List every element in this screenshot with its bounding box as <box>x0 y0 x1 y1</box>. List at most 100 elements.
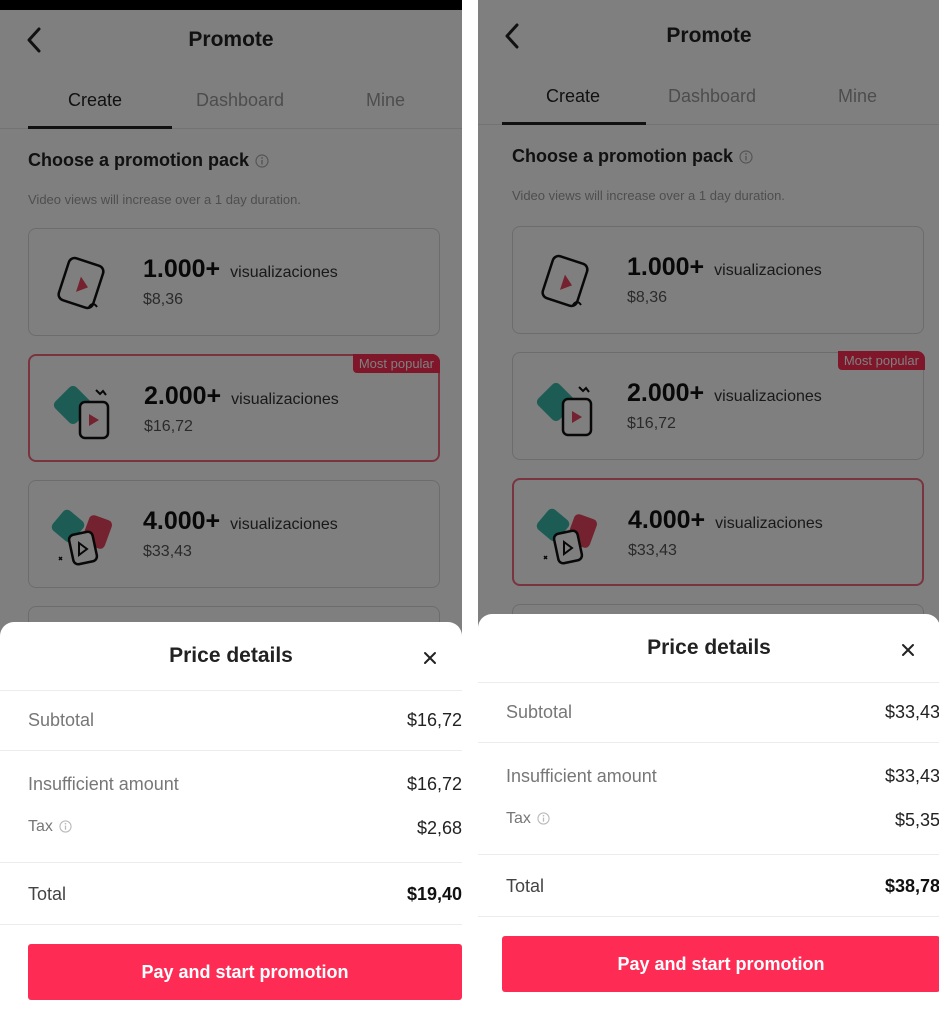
tax-label: Tax <box>506 810 550 828</box>
price-details-sheet: Price details Subtotal $16,72 Insufficie… <box>0 622 462 1010</box>
pack-count-value: 1.000+ <box>143 255 221 283</box>
section-title-text: Choose a promotion pack <box>28 150 250 170</box>
three-cards-icon <box>51 509 112 566</box>
pack-unit: visualizaciones <box>230 264 338 281</box>
pack-price: $33,43 <box>628 542 677 559</box>
section-title-text: Choose a promotion pack <box>512 146 734 166</box>
most-popular-badge: Most popular <box>352 354 440 373</box>
sheet-title: Price details <box>647 636 771 659</box>
section-title: Choose a promotion pack <box>28 150 269 171</box>
total-label: Total <box>506 876 545 896</box>
screen-gap <box>462 0 478 1010</box>
tab-dashboard[interactable]: Dashboard <box>196 90 284 111</box>
pack-count-value: 4.000+ <box>143 507 221 535</box>
insufficient-row: Insufficient amount $16,72 <box>0 770 462 800</box>
close-button[interactable] <box>894 636 922 664</box>
pack-option-4000[interactable]: 4.000+ visualizaciones $33,43 <box>28 480 440 588</box>
insufficient-row: Insufficient amount $33,43 <box>478 762 939 792</box>
info-icon <box>739 150 753 164</box>
close-icon <box>902 644 914 656</box>
section-subtitle: Video views will increase over a 1 day d… <box>28 192 301 207</box>
three-cards-icon <box>536 508 597 565</box>
tax-row: Tax $5,35 <box>478 806 939 836</box>
divider <box>478 916 939 917</box>
total-value: $19,40 <box>406 884 462 904</box>
tax-value: $2,68 <box>416 818 462 838</box>
tax-label-text: Tax <box>506 810 531 827</box>
pack-option-1000[interactable]: 1.000+ visualizaciones $8,36 <box>28 228 440 336</box>
tab-mine[interactable]: Mine <box>838 86 877 107</box>
divider <box>0 750 462 751</box>
subtotal-value: $16,72 <box>406 710 462 730</box>
pack-count-value: 1.000+ <box>627 253 705 281</box>
screen-right: Promote Create Dashboard Mine Choose a p… <box>478 0 939 1010</box>
tab-create[interactable]: Create <box>546 86 600 107</box>
pack-unit: visualizaciones <box>714 388 822 405</box>
pack-count-value: 2.000+ <box>627 379 705 407</box>
pack-count: 4.000+ visualizaciones <box>628 506 823 535</box>
divider <box>0 862 462 863</box>
subtotal-row: Subtotal $33,43 <box>478 698 939 728</box>
promote-page: Promote Create Dashboard Mine Choose a p… <box>478 0 939 644</box>
pack-count: 1.000+ visualizaciones <box>143 255 338 284</box>
insufficient-label: Insufficient amount <box>506 766 657 786</box>
two-cards-icon <box>53 385 110 440</box>
tax-row: Tax $2,68 <box>0 814 462 844</box>
divider <box>478 854 939 855</box>
subtotal-label: Subtotal <box>28 710 95 730</box>
tab-underline <box>28 126 172 129</box>
page-title: Promote <box>666 24 752 47</box>
pack-unit: visualizaciones <box>230 516 338 533</box>
pack-price: $8,36 <box>627 289 668 306</box>
total-label: Total <box>28 884 67 904</box>
total-row: Total $38,78 <box>478 872 939 902</box>
pack-count: 2.000+ visualizaciones <box>627 379 822 408</box>
insufficient-value: $33,43 <box>884 766 939 786</box>
total-row: Total $19,40 <box>0 880 462 910</box>
page-title: Promote <box>188 28 274 51</box>
info-icon[interactable] <box>59 820 72 833</box>
divider <box>0 924 462 925</box>
tax-label: Tax <box>28 818 72 836</box>
tab-create[interactable]: Create <box>68 90 122 111</box>
pay-and-start-button[interactable]: Pay and start promotion <box>28 944 462 1000</box>
subtotal-row: Subtotal $16,72 <box>0 706 462 736</box>
section-subtitle: Video views will increase over a 1 day d… <box>512 188 785 203</box>
subtotal-label: Subtotal <box>506 702 573 722</box>
tab-bar: Create Dashboard Mine <box>478 70 939 125</box>
pack-count-value: 2.000+ <box>144 382 222 410</box>
pack-option-1000[interactable]: 1.000+ visualizaciones $8,36 <box>512 226 924 334</box>
pack-price: $33,43 <box>143 543 192 560</box>
most-popular-badge: Most popular <box>837 351 925 370</box>
price-details-sheet: Price details Subtotal $33,43 Insufficie… <box>478 614 939 1010</box>
divider <box>478 742 939 743</box>
screen-left: Promote Create Dashboard Mine Choose a p… <box>0 0 462 1010</box>
sheet-title: Price details <box>169 644 293 667</box>
pack-count: 4.000+ visualizaciones <box>143 507 338 536</box>
pack-unit: visualizaciones <box>231 391 339 408</box>
tab-mine[interactable]: Mine <box>366 90 405 111</box>
pack-price: $16,72 <box>627 415 676 432</box>
pack-option-2000[interactable]: Most popular 2.000+ visualizaciones $16,7… <box>28 354 440 462</box>
tax-value: $5,35 <box>894 810 939 830</box>
pack-option-4000[interactable]: 4.000+ visualizaciones $33,43 <box>512 478 924 586</box>
tab-bar: Create Dashboard Mine <box>0 74 462 129</box>
pack-unit: visualizaciones <box>715 515 823 532</box>
close-icon <box>424 652 436 664</box>
single-card-icon <box>57 256 105 310</box>
close-button[interactable] <box>416 644 444 672</box>
section-title: Choose a promotion pack <box>512 146 753 167</box>
promote-page: Promote Create Dashboard Mine Choose a p… <box>0 10 462 650</box>
divider <box>0 690 462 691</box>
tax-label-text: Tax <box>28 818 53 835</box>
pay-and-start-button[interactable]: Pay and start promotion <box>502 936 939 992</box>
tab-underline <box>502 122 646 125</box>
insufficient-value: $16,72 <box>406 774 462 794</box>
tab-dashboard[interactable]: Dashboard <box>668 86 756 107</box>
insufficient-label: Insufficient amount <box>28 774 179 794</box>
total-value: $38,78 <box>884 876 939 896</box>
info-icon <box>255 154 269 168</box>
info-icon[interactable] <box>537 812 550 825</box>
pack-option-2000[interactable]: Most popular 2.000+ visualizaciones $16,7… <box>512 351 925 460</box>
pack-unit: visualizaciones <box>714 262 822 279</box>
